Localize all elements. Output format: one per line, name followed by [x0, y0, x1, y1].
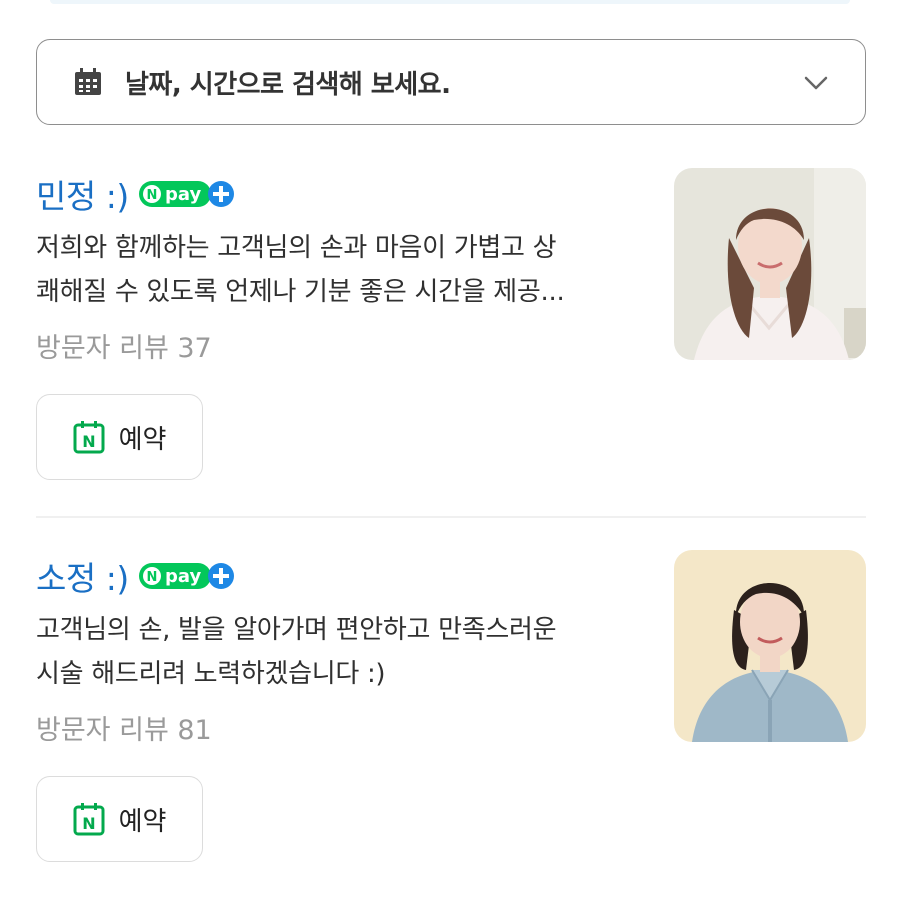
naver-booking-icon: N	[73, 421, 105, 454]
staff-card[interactable]: 민정 :) N pay 저희와 함께하는 고객님의 손과 마음이 가볍고 상 쾌…	[36, 168, 866, 480]
description-line: 고객님의 손, 발을 알아가며 편안하고 만족스러운	[36, 615, 557, 645]
description-line: 시술 해드리려 노력하겠습니다 :)	[36, 659, 386, 689]
staff-photo[interactable]	[674, 550, 866, 742]
svg-text:N: N	[82, 432, 95, 451]
staff-description: 저희와 함께하는 고객님의 손과 마음이 가볍고 상 쾌해질 수 있도록 언제나…	[36, 226, 646, 314]
date-search-label: 날짜, 시간으로 검색해 보세요.	[125, 69, 451, 100]
npay-plus-badge: N pay	[138, 563, 234, 589]
reserve-button[interactable]: N 예약	[36, 394, 203, 480]
top-strip	[50, 0, 850, 4]
chevron-down-icon	[804, 76, 828, 90]
svg-text:N: N	[146, 570, 157, 585]
npay-plus-badge: N pay	[138, 181, 234, 207]
staff-name[interactable]: 소정 :)	[36, 552, 129, 600]
staff-name[interactable]: 민정 :)	[36, 170, 129, 218]
visitor-review-count[interactable]: 방문자 리뷰 81	[36, 708, 212, 747]
staff-card[interactable]: 소정 :) N pay 고객님의 손, 발을 알아가며 편안하고 만족스러운 시…	[36, 550, 866, 862]
svg-text:pay: pay	[165, 184, 201, 205]
svg-text:N: N	[146, 188, 157, 203]
description-line: 저희와 함께하는 고객님의 손과 마음이 가볍고 상	[36, 233, 557, 263]
card-divider	[36, 516, 866, 518]
svg-text:N: N	[82, 814, 95, 833]
reserve-button[interactable]: N 예약	[36, 776, 203, 862]
reserve-label: 예약	[118, 424, 167, 455]
reserve-label: 예약	[118, 806, 167, 837]
naver-booking-icon: N	[73, 803, 105, 836]
staff-photo[interactable]	[674, 168, 866, 360]
svg-text:pay: pay	[165, 566, 201, 587]
calendar-icon	[75, 68, 101, 95]
staff-description: 고객님의 손, 발을 알아가며 편안하고 만족스러운 시술 해드리려 노력하겠습…	[36, 608, 646, 696]
description-line: 쾌해질 수 있도록 언제나 기분 좋은 시간을 제공...	[36, 277, 565, 307]
visitor-review-count[interactable]: 방문자 리뷰 37	[36, 326, 212, 365]
date-time-search-dropdown[interactable]: 날짜, 시간으로 검색해 보세요.	[36, 39, 866, 125]
